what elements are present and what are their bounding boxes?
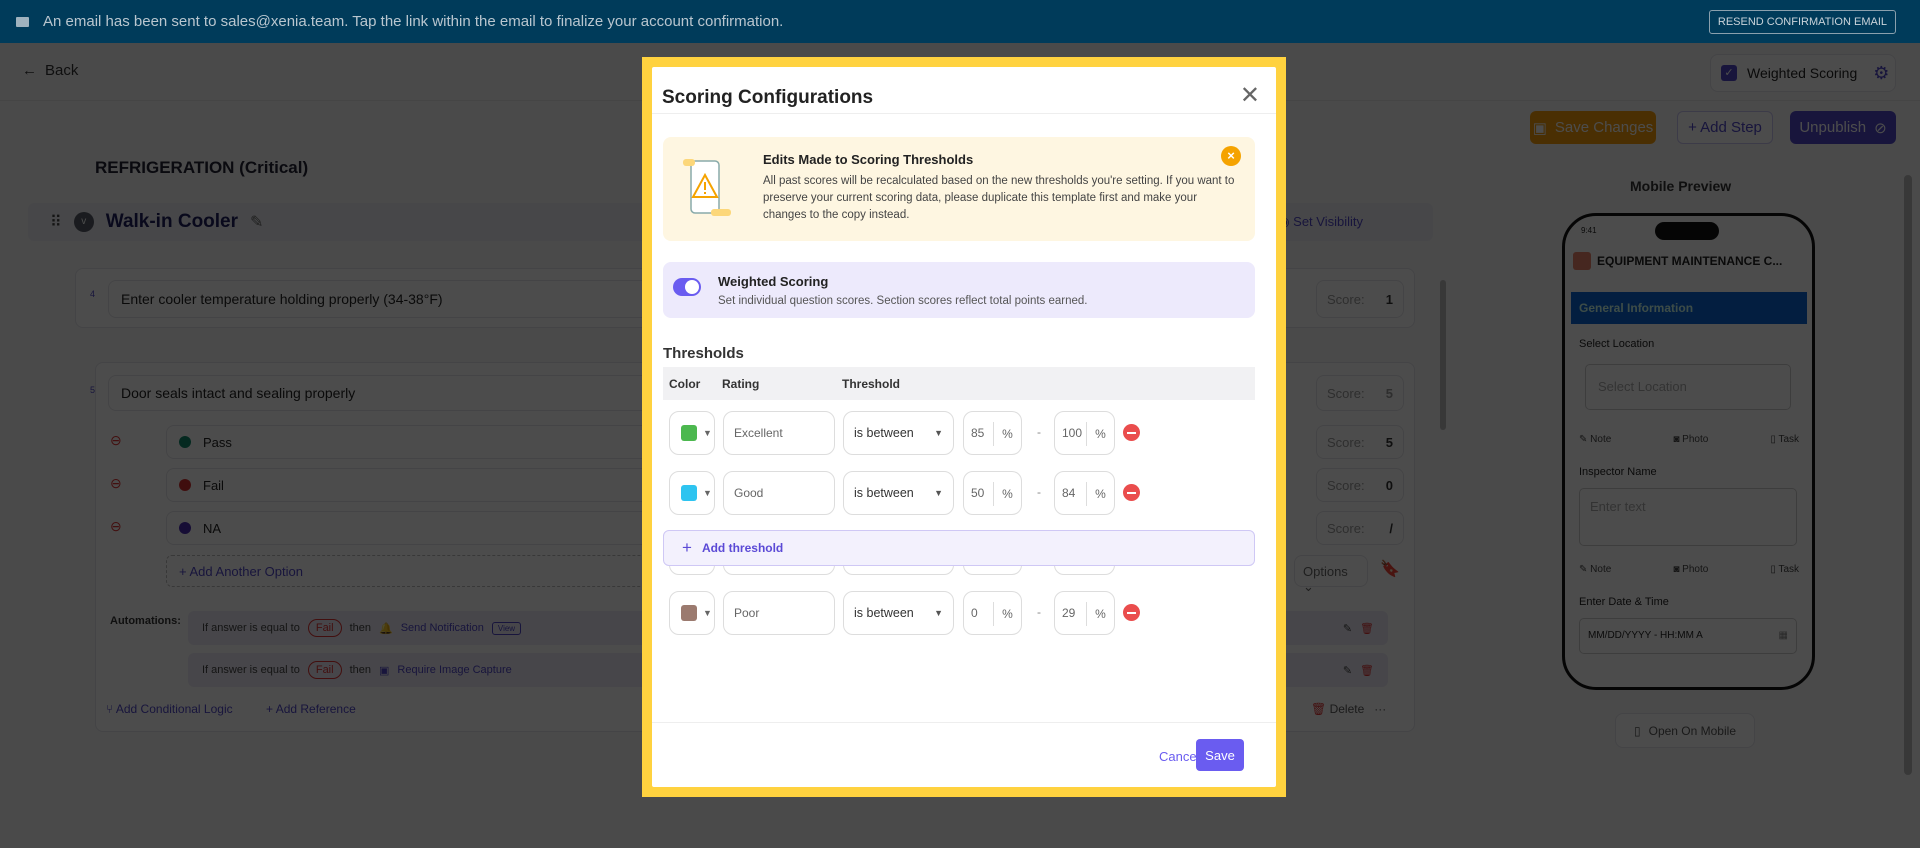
- min-percent-input[interactable]: 0%: [963, 591, 1022, 635]
- rating-input[interactable]: Good: [723, 471, 835, 515]
- max-percent-input[interactable]: 29%: [1054, 591, 1115, 635]
- condition-select[interactable]: is between▼: [843, 471, 954, 515]
- drag-handle-icon[interactable]: ⠿: [50, 212, 62, 232]
- option-color-dot[interactable]: [179, 436, 191, 448]
- modal-title: Scoring Configurations: [662, 87, 874, 108]
- warning-alert: Edits Made to Scoring Thresholds All pas…: [663, 137, 1255, 241]
- bookmark-icon[interactable]: 🔖: [1380, 559, 1400, 579]
- score-field[interactable]: Score: 1: [1316, 280, 1404, 318]
- date-time-input[interactable]: MM/DD/YYYY - HH:MM A ▦: [1579, 618, 1797, 654]
- resend-confirmation-button[interactable]: RESEND CONFIRMATION EMAIL: [1708, 10, 1896, 34]
- remove-option-icon[interactable]: ⊖: [110, 518, 122, 535]
- score-field[interactable]: Score: 5: [1316, 375, 1404, 411]
- collapse-icon[interactable]: v: [73, 212, 94, 232]
- email-confirmation-banner: An email has been sent to sales@xenia.te…: [0, 0, 1920, 43]
- min-percent-input[interactable]: 85%: [963, 411, 1022, 455]
- builder-scrollbar[interactable]: [1440, 280, 1446, 430]
- bell-icon: 🔔: [379, 622, 393, 635]
- condition-select[interactable]: is between▼: [843, 591, 954, 635]
- save-button[interactable]: Save: [1196, 739, 1244, 771]
- unpublish-icon: ⊘: [1874, 119, 1887, 137]
- min-percent-input[interactable]: 50%: [963, 471, 1022, 515]
- edit-icon[interactable]: ✎: [1343, 622, 1352, 635]
- caret-down-icon: ▼: [703, 488, 712, 498]
- max-percent-input[interactable]: 100%: [1054, 411, 1115, 455]
- caret-down-icon: ▼: [703, 428, 712, 438]
- mobile-preview-title: Mobile Preview: [1630, 178, 1732, 194]
- cancel-button[interactable]: Cancel: [1159, 749, 1199, 764]
- highlight-frame: Scoring Configurations ✕ Edits Made to S…: [642, 57, 1286, 797]
- option-color-dot[interactable]: [179, 479, 191, 491]
- caret-down-icon: ▼: [934, 428, 943, 438]
- unpublish-button[interactable]: Unpublish ⊘: [1790, 111, 1896, 144]
- phone-icon: ▯: [1634, 723, 1641, 738]
- option-color-dot[interactable]: [179, 522, 191, 534]
- footer-divider: [652, 722, 1276, 723]
- color-picker[interactable]: ▼: [669, 591, 715, 635]
- arrow-left-icon: ←: [22, 62, 37, 79]
- scoring-configurations-modal: Scoring Configurations ✕ Edits Made to S…: [652, 67, 1276, 787]
- add-conditional-logic-button[interactable]: ⑂ Add Conditional Logic: [106, 702, 233, 716]
- trash-icon[interactable]: 🗑: [1360, 622, 1374, 635]
- warning-scroll-icon: [683, 159, 731, 216]
- weighted-scoring-panel: Weighted Scoring Set individual question…: [663, 262, 1255, 318]
- phone-frame: 9:41 EQUIPMENT MAINTENANCE C... General …: [1562, 213, 1815, 690]
- mail-icon: [16, 16, 29, 27]
- remove-option-icon[interactable]: ⊖: [110, 475, 122, 492]
- rating-input[interactable]: Poor: [723, 591, 835, 635]
- threshold-row: ▼ Poor is between ▼ 0% - 29%: [663, 591, 1255, 635]
- open-on-mobile-button[interactable]: ▯ Open On Mobile: [1615, 713, 1755, 748]
- dynamic-island: [1655, 222, 1719, 240]
- inspector-name-input[interactable]: Enter text: [1579, 488, 1797, 546]
- caret-down-icon: ▼: [934, 608, 943, 618]
- checkbox-checked-icon: ✓: [1721, 65, 1737, 81]
- dismiss-warning-icon[interactable]: ×: [1221, 146, 1241, 166]
- remove-threshold-icon[interactable]: [1123, 604, 1140, 621]
- options-dropdown[interactable]: Options ⌄: [1294, 555, 1368, 594]
- app-icon: [1573, 252, 1591, 270]
- edit-icon[interactable]: ✎: [250, 212, 263, 232]
- color-swatch: [681, 425, 697, 441]
- thresholds-heading: Thresholds: [663, 345, 744, 362]
- color-picker[interactable]: ▼: [669, 411, 715, 455]
- condition-select[interactable]: is between▼: [843, 411, 954, 455]
- plus-icon: +: [682, 538, 692, 557]
- save-icon: ▣: [1532, 119, 1547, 137]
- banner-message: An email has been sent to sales@xenia.te…: [43, 13, 784, 30]
- back-button[interactable]: ← Back: [22, 62, 78, 79]
- delete-question-button[interactable]: 🗑 Delete ···: [1311, 702, 1386, 716]
- threshold-row: ▼ Excellent is between ▼ 85% - 100%: [663, 411, 1255, 455]
- page-scrollbar[interactable]: [1904, 175, 1912, 775]
- gear-icon[interactable]: ⚙: [1873, 63, 1889, 84]
- save-changes-button[interactable]: ▣ Save Changes: [1530, 111, 1656, 144]
- weighted-scoring-toggle[interactable]: ✓ Weighted Scoring ⚙: [1710, 54, 1896, 92]
- add-threshold-button[interactable]: + Add threshold: [663, 530, 1255, 566]
- set-visibility-button[interactable]: ◉ Set Visibility: [1278, 214, 1363, 230]
- edit-icon[interactable]: ✎: [1343, 664, 1352, 677]
- trash-icon[interactable]: 🗑: [1360, 664, 1374, 677]
- color-picker[interactable]: ▼: [669, 471, 715, 515]
- thresholds-table-header: Color Rating Threshold: [663, 367, 1255, 400]
- color-swatch: [681, 605, 697, 621]
- add-reference-button[interactable]: + Add Reference: [266, 702, 356, 716]
- remove-threshold-icon[interactable]: [1123, 484, 1140, 501]
- header-divider: [652, 113, 1276, 114]
- calendar-icon: ▦: [1778, 630, 1788, 641]
- remove-threshold-icon[interactable]: [1123, 424, 1140, 441]
- caret-down-icon: ▼: [934, 488, 943, 498]
- threshold-row: ▼ Good is between ▼ 50% - 84%: [663, 471, 1255, 515]
- image-icon: ▣: [379, 664, 390, 677]
- remove-option-icon[interactable]: ⊖: [110, 432, 122, 449]
- caret-down-icon: ▼: [703, 608, 712, 618]
- select-location-input[interactable]: Select Location: [1585, 364, 1791, 410]
- add-step-button[interactable]: + Add Step: [1677, 111, 1773, 144]
- max-percent-input[interactable]: 84%: [1054, 471, 1115, 515]
- rating-input[interactable]: Excellent: [723, 411, 835, 455]
- weighted-scoring-switch[interactable]: [673, 278, 701, 296]
- close-icon[interactable]: ✕: [1240, 81, 1260, 110]
- color-swatch: [681, 485, 697, 501]
